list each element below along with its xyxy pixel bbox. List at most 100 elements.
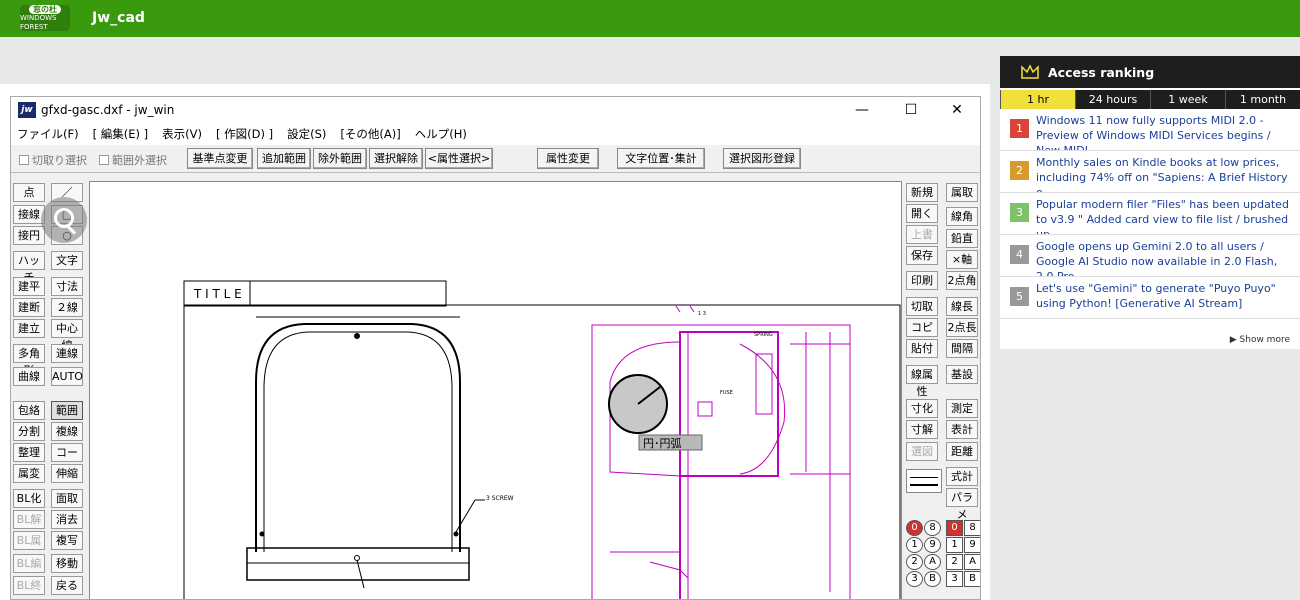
layer-layer_right-1[interactable]: 1 [946, 537, 963, 553]
rtool-a-5[interactable]: 切取 [906, 297, 938, 316]
layer-layer_right-7[interactable]: B [964, 571, 980, 587]
ranking-item-text[interactable]: Let's use "Gemini" to generate "Puyo Puy… [1036, 282, 1276, 310]
layer-layer_right-6[interactable]: A [964, 554, 980, 570]
rtool-b-13[interactable]: パラメ [946, 488, 978, 521]
rtool-b-1[interactable]: 線角 [946, 207, 978, 226]
layer-layer_right-2[interactable]: 2 [946, 554, 963, 570]
tool-4-right[interactable]: 寸法 [51, 277, 83, 296]
rtool-a-3[interactable]: 保存 [906, 246, 938, 265]
layer-layer_right-0[interactable]: 0 [946, 520, 963, 536]
ranking-item[interactable]: 1 Windows 11 now fully supports MIDI 2.0 … [1000, 109, 1300, 151]
zoom-icon[interactable] [41, 197, 87, 243]
tool-3-left[interactable]: ハッチ [13, 251, 45, 284]
ranking-item-text[interactable]: Windows 11 now fully supports MIDI 2.0 -… [1036, 114, 1271, 150]
tool-12-right[interactable]: 伸縮 [51, 464, 83, 483]
tool-5-left[interactable]: 建断 [13, 298, 45, 317]
ranking-item-text[interactable]: Monthly sales on Kindle books at low pri… [1036, 156, 1287, 192]
tool-10-left[interactable]: 分割 [13, 422, 45, 441]
layer-layer_left-3[interactable]: 3 [906, 571, 923, 587]
rtool-a-9[interactable]: 寸化 [906, 399, 938, 418]
clear-selection-button[interactable]: 選択解除 [369, 148, 423, 169]
rtool-b-10[interactable]: 表計 [946, 420, 978, 439]
maximize-button[interactable]: ☐ [891, 100, 931, 120]
rtool-b-9[interactable]: 測定 [946, 399, 978, 418]
tool-16-left[interactable]: BL編 [13, 554, 45, 573]
cut-select-checkbox[interactable]: 切取り選択 [19, 152, 87, 168]
rtool-a-8[interactable]: 線属性 [906, 365, 938, 398]
exclude-range-button[interactable]: 除外範囲 [313, 148, 367, 169]
layer-layer_left-7[interactable]: B [924, 571, 941, 587]
tool-6-right[interactable]: 中心線 [51, 319, 83, 352]
rtool-a-4[interactable]: 印刷 [906, 271, 938, 290]
tool-7-right[interactable]: 連線 [51, 344, 83, 363]
tool-15-left[interactable]: BL属 [13, 531, 45, 550]
tool-10-right[interactable]: 複線 [51, 422, 83, 441]
tool-2-left[interactable]: 接円 [13, 226, 45, 245]
tool-17-right[interactable]: 戻る [51, 576, 83, 595]
text-position-button[interactable]: 文字位置･集計 [617, 148, 705, 169]
tool-16-right[interactable]: 移動 [51, 554, 83, 573]
tool-11-left[interactable]: 整理 [13, 443, 45, 462]
rtool-b-12[interactable]: 式計 [946, 467, 978, 486]
rtool-a-7[interactable]: 貼付 [906, 339, 938, 358]
tool-13-right[interactable]: 面取 [51, 489, 83, 508]
tab-1-hr[interactable]: 1 hr [1000, 90, 1075, 109]
layer-layer_left-0[interactable]: 0 [906, 520, 923, 536]
tool-7-left[interactable]: 多角形 [13, 344, 45, 377]
layer-layer_right-4[interactable]: 8 [964, 520, 980, 536]
menu-draw[interactable]: [ 作図(D) ] [216, 126, 273, 142]
rtool-b-8[interactable]: 基設 [946, 365, 978, 384]
tab-1-week[interactable]: 1 week [1150, 90, 1225, 109]
ranking-item[interactable]: 2 Monthly sales on Kindle books at low pr… [1000, 151, 1300, 193]
register-shape-button[interactable]: 選択図形登録 [723, 148, 801, 169]
site-logo[interactable]: 窓の杜 WINDOWS FOREST [20, 4, 70, 31]
layer-layer_right-5[interactable]: 9 [964, 537, 980, 553]
tool-15-right[interactable]: 複写 [51, 531, 83, 550]
tool-6-left[interactable]: 建立 [13, 319, 45, 338]
tool-3-right[interactable]: 文字 [51, 251, 83, 270]
rtool-b-7[interactable]: 間隔 [946, 339, 978, 358]
tool-5-right[interactable]: ２線 [51, 298, 83, 317]
rtool-b-4[interactable]: 2点角 [946, 271, 978, 290]
tool-11-right[interactable]: コーナー [51, 443, 83, 476]
layer-layer_left-4[interactable]: 8 [924, 520, 941, 536]
tool-8-right[interactable]: AUTO [51, 367, 83, 386]
tool-4-left[interactable]: 建平 [13, 277, 45, 296]
drawing-canvas[interactable]: T I T L E 3 SCREW SPRING FUSE 1 3 円･円弧 [89, 181, 902, 599]
ranking-item[interactable]: 5 Let's use "Gemini" to generate "Puyo Pu… [1000, 277, 1300, 319]
rtool-b-5[interactable]: 線長 [946, 297, 978, 316]
layer-layer_left-2[interactable]: 2 [906, 554, 923, 570]
menu-settings[interactable]: 設定(S) [287, 126, 326, 142]
add-range-button[interactable]: 追加範囲 [257, 148, 311, 169]
menu-edit[interactable]: [ 編集(E) ] [93, 126, 149, 142]
rtool-b-2[interactable]: 鉛直 [946, 229, 978, 248]
tool-8-left[interactable]: 曲線 [13, 367, 45, 386]
tool-17-left[interactable]: BL終 [13, 576, 45, 595]
tool-14-left[interactable]: BL解 [13, 510, 45, 529]
tool-13-left[interactable]: BL化 [13, 489, 45, 508]
ranking-item-text[interactable]: Popular modern filer "Files" has been up… [1036, 198, 1289, 234]
rtool-a-1[interactable]: 開く [906, 204, 938, 223]
site-title[interactable]: Jw_cad [92, 10, 145, 26]
rtool-b-0[interactable]: 属取 [946, 183, 978, 202]
tool-9-right[interactable]: 範囲 [51, 401, 83, 420]
rtool-a-10[interactable]: 寸解 [906, 420, 938, 439]
rtool-b-11[interactable]: 距離 [946, 442, 978, 461]
rtool-a-6[interactable]: コピー [906, 318, 938, 351]
menu-other[interactable]: [その他(A)] [340, 126, 400, 142]
layer-layer_right-3[interactable]: 3 [946, 571, 963, 587]
rtool-a-11[interactable]: 選図 [906, 442, 938, 461]
menu-file[interactable]: ファイル(F) [17, 126, 79, 142]
tab-24-hours[interactable]: 24 hours [1075, 90, 1150, 109]
show-more-link[interactable]: ▶ Show more [1230, 335, 1290, 345]
menu-view[interactable]: 表示(V) [162, 126, 202, 142]
close-button[interactable]: ✕ [937, 100, 977, 120]
tool-14-right[interactable]: 消去 [51, 510, 83, 529]
rtool-a-2[interactable]: 上書 [906, 225, 938, 244]
tool-12-left[interactable]: 属変 [13, 464, 45, 483]
change-attribute-button[interactable]: 属性変更 [537, 148, 599, 169]
tool-9-left[interactable]: 包絡 [13, 401, 45, 420]
ranking-item[interactable]: 4 Google opens up Gemini 2.0 to all users… [1000, 235, 1300, 277]
ranking-item-text[interactable]: Google opens up Gemini 2.0 to all users … [1036, 240, 1277, 276]
layer-layer_left-1[interactable]: 1 [906, 537, 923, 553]
